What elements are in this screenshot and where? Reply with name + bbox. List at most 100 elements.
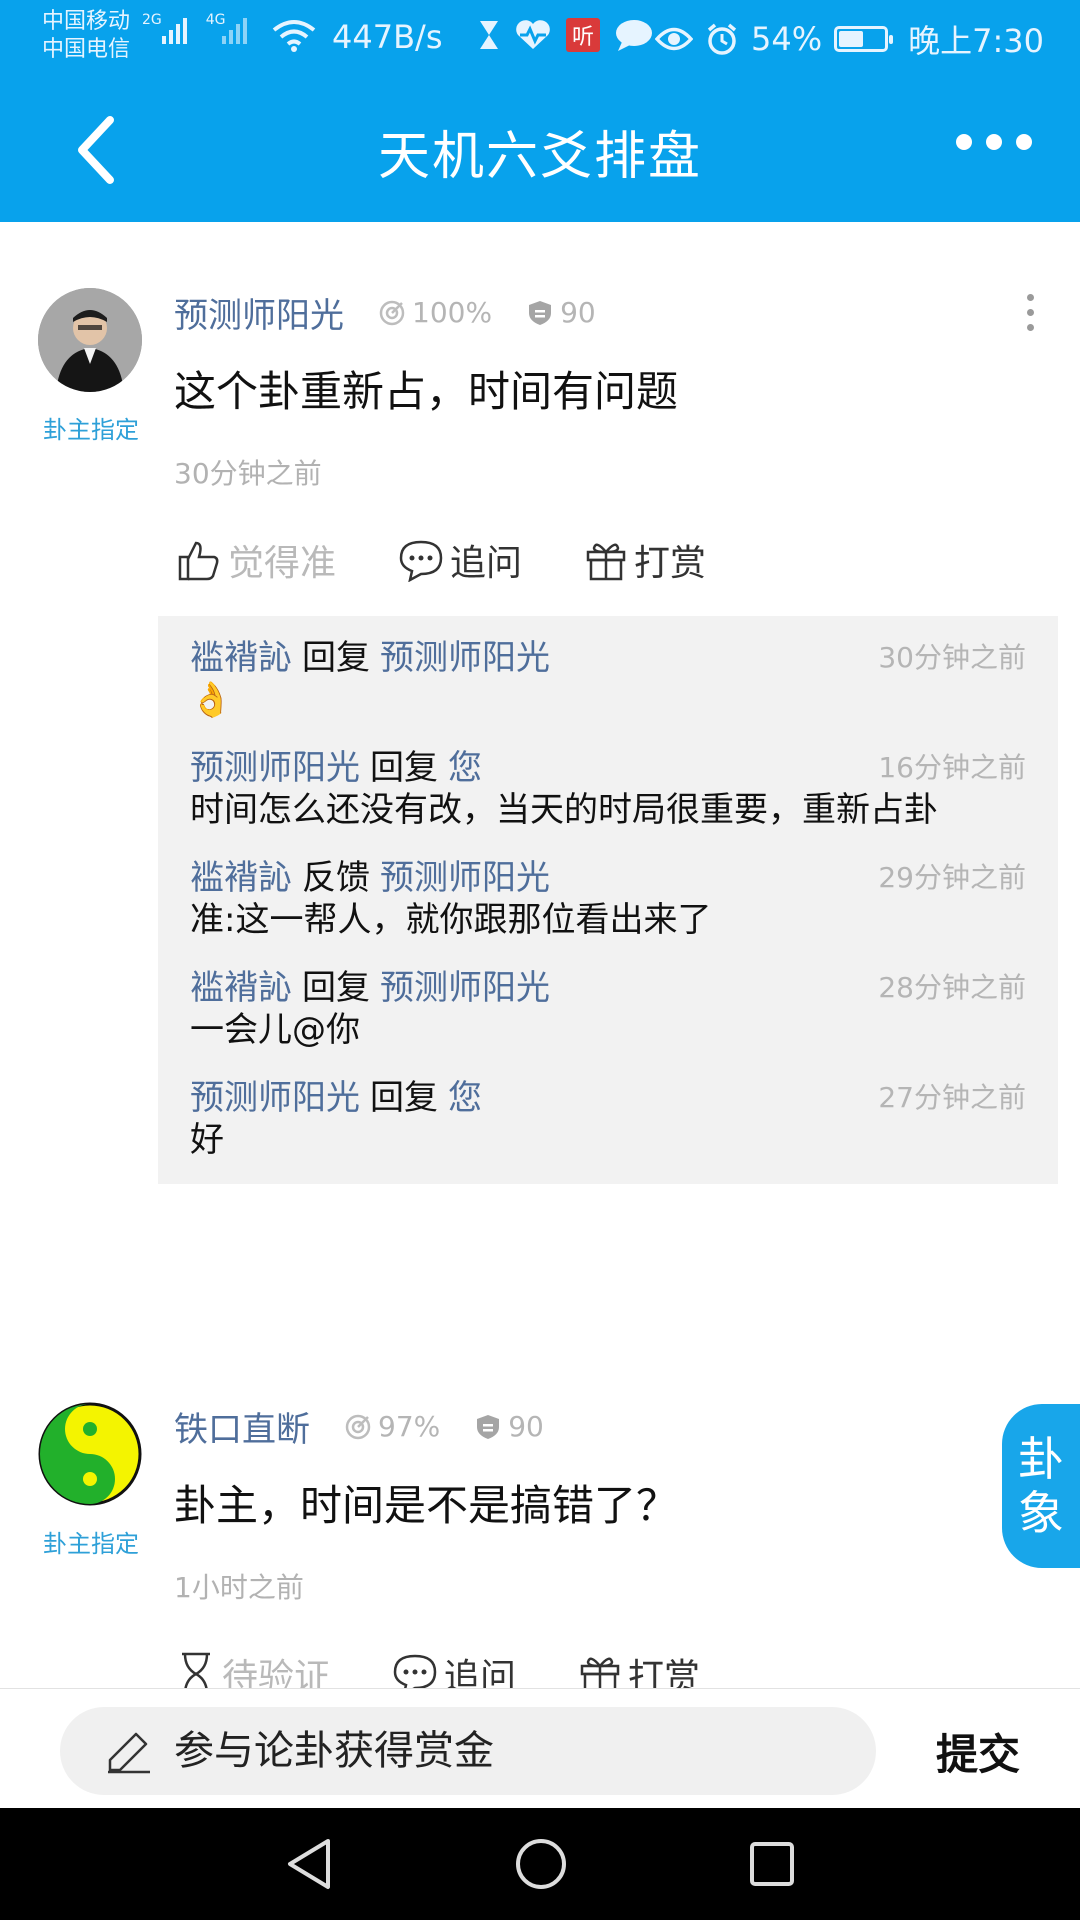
comment-list[interactable]: 卦主指定 预测师阳光 100% 90 这个卦重新占，时间有问题 30分钟之前 觉… bbox=[0, 222, 1080, 1688]
battery-level bbox=[839, 31, 863, 47]
avatar[interactable] bbox=[38, 1402, 142, 1506]
comment-input-pill[interactable] bbox=[60, 1707, 876, 1795]
heart-pulse-icon bbox=[516, 20, 550, 49]
reply-to[interactable]: 预测师阳光 bbox=[380, 638, 550, 678]
pending-verify-button[interactable]: 待验证 bbox=[176, 1648, 330, 1688]
reply-to[interactable]: 您 bbox=[448, 748, 482, 788]
more-options-icon[interactable] bbox=[956, 134, 1032, 150]
follow-up-button[interactable]: 追问 bbox=[398, 534, 522, 586]
reply-to[interactable]: 预测师阳光 bbox=[380, 968, 550, 1008]
reply-body: 时间怎么还没有改，当天的时局很重要，重新占卦 bbox=[190, 790, 938, 830]
author-name[interactable]: 预测师阳光 bbox=[174, 288, 344, 337]
nav-home-icon[interactable] bbox=[514, 1837, 568, 1891]
credit-value: 90 bbox=[560, 296, 596, 329]
reply-body: 一会儿@你 bbox=[190, 1010, 360, 1050]
hourglass-icon bbox=[182, 1652, 210, 1688]
like-label: 觉得准 bbox=[228, 543, 337, 584]
reward-label: 打赏 bbox=[628, 1657, 701, 1688]
reply-item[interactable]: 预测师阳光 回复您 16分钟之前 时间怎么还没有改，当天的时局很重要，重新占卦 bbox=[190, 746, 1026, 830]
reply-from[interactable]: 褴褙訫 bbox=[190, 968, 292, 1008]
reply-item[interactable]: 褴褙訫 反馈 预测师阳光 29分钟之前 准:这一帮人，就你跟那位看出来了 bbox=[190, 856, 1026, 940]
target-icon bbox=[345, 1414, 371, 1439]
reply-time: 16分钟之前 bbox=[878, 751, 1026, 784]
page-title: 天机六爻排盘 bbox=[377, 127, 702, 187]
reply-to[interactable]: 您 bbox=[448, 1078, 482, 1118]
credit-shield-icon bbox=[477, 1414, 500, 1439]
comment-more-icon[interactable] bbox=[1027, 294, 1034, 331]
network-speed: 447B/s bbox=[332, 18, 443, 56]
reply-item[interactable]: 预测师阳光 回复您 27分钟之前 好 bbox=[190, 1076, 1026, 1160]
avatar-person-image bbox=[38, 288, 142, 392]
author-row: 预测师阳光 100% 90 bbox=[174, 288, 596, 337]
alarm-icon bbox=[707, 23, 737, 55]
credit-stat: 90 bbox=[474, 1410, 544, 1443]
reply-time: 27分钟之前 bbox=[878, 1081, 1026, 1114]
top-nav-bar: 天机六爻排盘 bbox=[0, 76, 1080, 222]
status-right: 54% 晚上7:30 bbox=[655, 16, 1044, 62]
author-name[interactable]: 铁口直断 bbox=[174, 1402, 310, 1451]
comment-icon bbox=[393, 1654, 437, 1688]
reply-to[interactable]: 预测师阳光 bbox=[380, 858, 550, 898]
pending-verify-label: 待验证 bbox=[222, 1657, 331, 1688]
side-button-line-2: 象 bbox=[1018, 1486, 1064, 1540]
battery-percent: 54% bbox=[751, 20, 823, 58]
reply-from[interactable]: 预测师阳光 bbox=[190, 1078, 360, 1118]
system-nav-bar bbox=[0, 1808, 1080, 1920]
yin-yang-icon bbox=[38, 1402, 142, 1506]
avatar[interactable] bbox=[38, 288, 142, 392]
credit-shield-icon bbox=[529, 300, 552, 325]
network-type-1: 2G bbox=[142, 12, 162, 28]
credit-value: 90 bbox=[508, 1410, 544, 1443]
reply-from[interactable]: 褴褙訫 bbox=[190, 638, 292, 678]
pencil-icon bbox=[108, 1732, 150, 1774]
reply-time: 28分钟之前 bbox=[878, 971, 1026, 1004]
nav-back-icon[interactable] bbox=[284, 1837, 334, 1891]
comment-icon bbox=[399, 540, 443, 582]
comment-actions: 待验证 追问 打赏 bbox=[176, 1648, 762, 1688]
gift-icon bbox=[586, 543, 626, 581]
hexagram-side-button[interactable]: 卦 象 bbox=[1002, 1404, 1080, 1568]
signal-icon bbox=[162, 18, 190, 44]
notification-icons: 听 bbox=[478, 18, 654, 52]
reward-button[interactable]: 打赏 bbox=[578, 1648, 700, 1688]
comment-time: 1小时之前 bbox=[174, 1571, 304, 1604]
ting-app-icon: 听 bbox=[566, 18, 600, 52]
carrier-2: 中国电信 bbox=[42, 37, 131, 62]
chat-bubble-icon bbox=[616, 20, 652, 51]
comment-input-bar: 提交 bbox=[0, 1688, 1080, 1808]
carrier-labels: 中国移动 中国电信 bbox=[42, 8, 130, 64]
author-row: 铁口直断 97% 90 bbox=[174, 1402, 544, 1451]
reply-item[interactable]: 褴褙訫 回复 预测师阳光 30分钟之前 👌 bbox=[190, 636, 1026, 720]
follow-up-label: 追问 bbox=[444, 1657, 517, 1688]
follow-up-label: 追问 bbox=[450, 543, 523, 584]
wifi-icon bbox=[272, 20, 316, 52]
battery-icon bbox=[834, 26, 894, 52]
thumbs-up-icon bbox=[178, 541, 219, 581]
reply-body: 准:这一帮人，就你跟那位看出来了 bbox=[190, 900, 712, 940]
reply-verb: 反馈 bbox=[302, 858, 370, 898]
reply-from[interactable]: 褴褙訫 bbox=[190, 858, 292, 898]
side-button-line-1: 卦 bbox=[1018, 1432, 1064, 1486]
follow-up-button[interactable]: 追问 bbox=[392, 1648, 516, 1688]
accuracy-value: 97% bbox=[378, 1410, 441, 1443]
comment-text: 卦主，时间是不是搞错了？ bbox=[174, 1481, 679, 1530]
reward-button[interactable]: 打赏 bbox=[584, 534, 706, 586]
reply-verb: 回复 bbox=[302, 968, 370, 1008]
author-tag: 卦主指定 bbox=[43, 416, 139, 444]
reply-time: 29分钟之前 bbox=[878, 861, 1026, 894]
reply-verb: 回复 bbox=[370, 1078, 438, 1118]
signal-icon-2 bbox=[222, 18, 250, 44]
accuracy-value: 100% bbox=[412, 296, 493, 329]
comment-input[interactable] bbox=[172, 1727, 812, 1775]
reply-from[interactable]: 预测师阳光 bbox=[190, 748, 360, 788]
status-bar: 中国移动 中国电信 2G 4G 447B/s 听 54% 晚上7:30 bbox=[0, 0, 1080, 76]
hourglass-icon bbox=[480, 21, 498, 49]
reply-time: 30分钟之前 bbox=[878, 641, 1026, 674]
submit-button[interactable]: 提交 bbox=[936, 1721, 1020, 1782]
reply-verb: 回复 bbox=[370, 748, 438, 788]
carrier-1: 中国移动 bbox=[42, 9, 131, 34]
author-tag: 卦主指定 bbox=[43, 1530, 139, 1558]
reply-item[interactable]: 褴褙訫 回复 预测师阳光 28分钟之前 一会儿@你 bbox=[190, 966, 1026, 1050]
nav-recents-icon[interactable] bbox=[748, 1840, 796, 1888]
like-button[interactable]: 觉得准 bbox=[176, 534, 336, 586]
